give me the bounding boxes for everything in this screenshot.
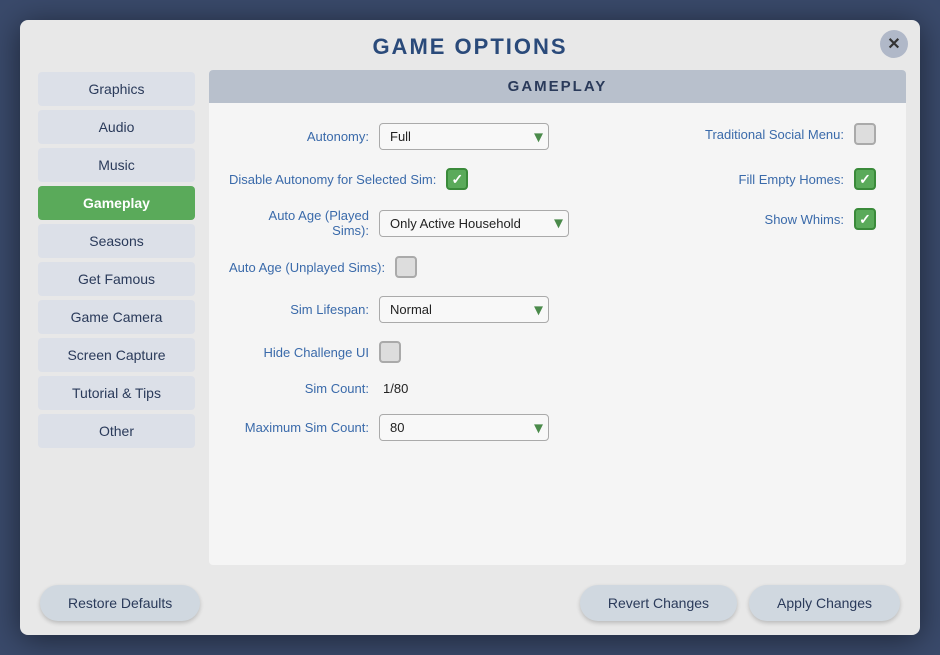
max-sim-count-dropdown[interactable]: 20 40 60 80 100: [379, 414, 549, 441]
row-disable-autonomy-row: Disable Autonomy for Selected Sim: Fill …: [229, 168, 876, 208]
auto-age-unplayed-field: Auto Age (Unplayed Sims):: [229, 256, 548, 278]
sidebar-item-screen-capture[interactable]: Screen Capture: [38, 338, 195, 372]
max-sim-count-label: Maximum Sim Count:: [229, 420, 369, 435]
hide-challenge-label: Hide Challenge UI: [229, 345, 369, 360]
fill-empty-homes-checkbox[interactable]: [854, 168, 876, 190]
disable-autonomy-label: Disable Autonomy for Selected Sim:: [229, 172, 436, 187]
row-auto-age-played-row: Auto Age (Played Sims): Only Active Hous…: [229, 208, 876, 256]
sidebar-item-seasons[interactable]: Seasons: [38, 224, 195, 258]
right-col-5: [549, 296, 876, 341]
row-sim-count-row: Sim Count: 1/80: [229, 381, 876, 414]
sidebar-item-game-camera[interactable]: Game Camera: [38, 300, 195, 334]
restore-defaults-button[interactable]: Restore Defaults: [40, 585, 200, 621]
hide-challenge-checkbox[interactable]: [379, 341, 401, 363]
modal-body: Graphics Audio Music Gameplay Seasons Get Fam…: [20, 70, 920, 575]
sidebar-item-graphics[interactable]: Graphics: [38, 72, 195, 106]
sidebar-item-gameplay[interactable]: Gameplay: [38, 186, 195, 220]
sidebar-item-other[interactable]: Other: [38, 414, 195, 448]
autonomy-field: Autonomy: Full High Normal Low Off ▾: [229, 123, 549, 150]
left-col-6: Hide Challenge UI: [229, 341, 548, 381]
content-area: Gameplay Autonomy: Full High Normal Low: [209, 70, 906, 565]
sim-lifespan-field: Sim Lifespan: Short Normal Long Epic ▾: [229, 296, 549, 323]
auto-age-unplayed-checkbox[interactable]: [395, 256, 417, 278]
row-sim-lifespan-row: Sim Lifespan: Short Normal Long Epic ▾: [229, 296, 876, 341]
sidebar-item-audio[interactable]: Audio: [38, 110, 195, 144]
auto-age-played-dropdown-wrap: Only Active Household All Off ▾: [379, 210, 569, 237]
game-options-modal: Game Options ✕ Graphics Audio Music Gamepla…: [20, 20, 920, 635]
left-col-3: Auto Age (Played Sims): Only Active Hous…: [229, 208, 569, 256]
left-col-7: Sim Count: 1/80: [229, 381, 548, 414]
traditional-social-label: Traditional Social Menu:: [705, 127, 844, 142]
close-button[interactable]: ✕: [880, 30, 908, 58]
autonomy-label: Autonomy:: [229, 129, 369, 144]
hide-challenge-field: Hide Challenge UI: [229, 341, 548, 363]
fill-empty-homes-field: Fill Empty Homes:: [558, 168, 877, 190]
disable-autonomy-field: Disable Autonomy for Selected Sim:: [229, 168, 548, 190]
sim-count-field: Sim Count: 1/80: [229, 381, 548, 396]
max-sim-count-field: Maximum Sim Count: 20 40 60 80 100 ▾: [229, 414, 549, 441]
sim-count-value: 1/80: [383, 381, 408, 396]
right-col-8: [549, 414, 876, 459]
row-auto-age-unplayed-row: Auto Age (Unplayed Sims):: [229, 256, 876, 296]
sim-lifespan-dropdown[interactable]: Short Normal Long Epic: [379, 296, 549, 323]
traditional-social-checkbox[interactable]: [854, 123, 876, 145]
right-col-1: Traditional Social Menu:: [549, 123, 876, 168]
sidebar-item-get-famous[interactable]: Get Famous: [38, 262, 195, 296]
left-col-4: Auto Age (Unplayed Sims):: [229, 256, 548, 296]
show-whims-label: Show Whims:: [765, 212, 844, 227]
revert-changes-button[interactable]: Revert Changes: [580, 585, 737, 621]
auto-age-played-dropdown[interactable]: Only Active Household All Off: [379, 210, 569, 237]
show-whims-checkbox[interactable]: [854, 208, 876, 230]
fill-empty-homes-label: Fill Empty Homes:: [739, 172, 844, 187]
row-hide-challenge-row: Hide Challenge UI: [229, 341, 876, 381]
apply-changes-button[interactable]: Apply Changes: [749, 585, 900, 621]
sim-count-label: Sim Count:: [229, 381, 369, 396]
left-col-2: Disable Autonomy for Selected Sim:: [229, 168, 548, 208]
modal-footer: Restore Defaults Revert Changes Apply Ch…: [20, 575, 920, 635]
right-col-6: [548, 341, 877, 381]
max-sim-count-dropdown-wrap: 20 40 60 80 100 ▾: [379, 414, 549, 441]
right-col-4: [548, 256, 877, 296]
modal-title: Game Options: [20, 20, 920, 70]
sim-lifespan-label: Sim Lifespan:: [229, 302, 369, 317]
left-col-1: Autonomy: Full High Normal Low Off ▾: [229, 123, 549, 168]
right-col-7: [548, 381, 877, 414]
autonomy-dropdown[interactable]: Full High Normal Low Off: [379, 123, 549, 150]
right-col-3: Show Whims:: [569, 208, 876, 256]
auto-age-played-field: Auto Age (Played Sims): Only Active Hous…: [229, 208, 569, 238]
row-autonomy-row: Autonomy: Full High Normal Low Off ▾: [229, 123, 876, 168]
right-col-2: Fill Empty Homes:: [548, 168, 877, 208]
sidebar-item-tutorial-&-tips[interactable]: Tutorial & Tips: [38, 376, 195, 410]
sim-lifespan-dropdown-wrap: Short Normal Long Epic ▾: [379, 296, 549, 323]
content-body: Autonomy: Full High Normal Low Off ▾: [209, 103, 906, 565]
sidebar-item-music[interactable]: Music: [38, 148, 195, 182]
traditional-social-field: Traditional Social Menu:: [559, 123, 876, 145]
auto-age-unplayed-label: Auto Age (Unplayed Sims):: [229, 260, 385, 275]
auto-age-played-label: Auto Age (Played Sims):: [229, 208, 369, 238]
left-col-8: Maximum Sim Count: 20 40 60 80 100 ▾: [229, 414, 549, 459]
left-col-5: Sim Lifespan: Short Normal Long Epic ▾: [229, 296, 549, 341]
disable-autonomy-checkbox[interactable]: [446, 168, 468, 190]
row-max-sim-count-row: Maximum Sim Count: 20 40 60 80 100 ▾: [229, 414, 876, 459]
autonomy-dropdown-wrap: Full High Normal Low Off ▾: [379, 123, 549, 150]
content-header: Gameplay: [209, 70, 906, 103]
sidebar: Graphics Audio Music Gameplay Seasons Get Fam…: [34, 70, 199, 575]
footer-right-buttons: Revert Changes Apply Changes: [580, 585, 900, 621]
show-whims-field: Show Whims:: [579, 208, 876, 230]
